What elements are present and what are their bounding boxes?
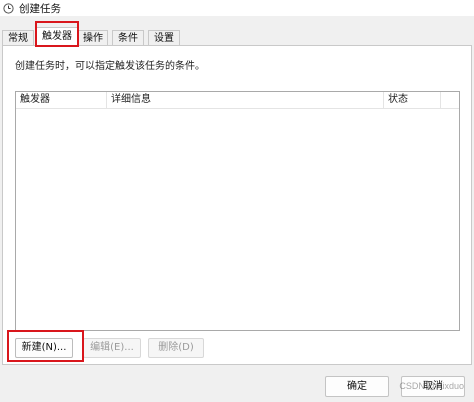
triggers-panel: 创建任务时，可以指定触发该任务的条件。 触发器 详细信息 状态 新建(N)...… [2, 45, 472, 365]
column-header-status[interactable]: 状态 [384, 92, 441, 108]
tab-actions[interactable]: 操作 [78, 30, 108, 46]
triggers-list[interactable]: 触发器 详细信息 状态 [15, 91, 460, 331]
clock-icon [3, 2, 14, 14]
tab-triggers[interactable]: 触发器 [36, 27, 78, 46]
edit-trigger-button[interactable]: 编辑(E)... [83, 338, 141, 358]
triggers-description: 创建任务时，可以指定触发该任务的条件。 [15, 61, 205, 72]
tab-general[interactable]: 常规 [2, 30, 34, 46]
column-header-trigger[interactable]: 触发器 [16, 92, 107, 108]
title-bar: 创建任务 [0, 0, 474, 16]
tab-conditions[interactable]: 条件 [112, 30, 144, 46]
column-header-details[interactable]: 详细信息 [107, 92, 384, 108]
new-trigger-button[interactable]: 新建(N)... [15, 338, 73, 358]
tab-settings[interactable]: 设置 [148, 30, 180, 46]
watermark: CSDN @Aixduo [399, 381, 464, 391]
tab-strip: 常规 触发器 操作 条件 设置 [0, 27, 474, 46]
delete-trigger-button[interactable]: 删除(D) [148, 338, 204, 358]
ok-button[interactable]: 确定 [325, 376, 389, 397]
list-header: 触发器 详细信息 状态 [16, 92, 459, 109]
window-title: 创建任务 [19, 2, 61, 15]
